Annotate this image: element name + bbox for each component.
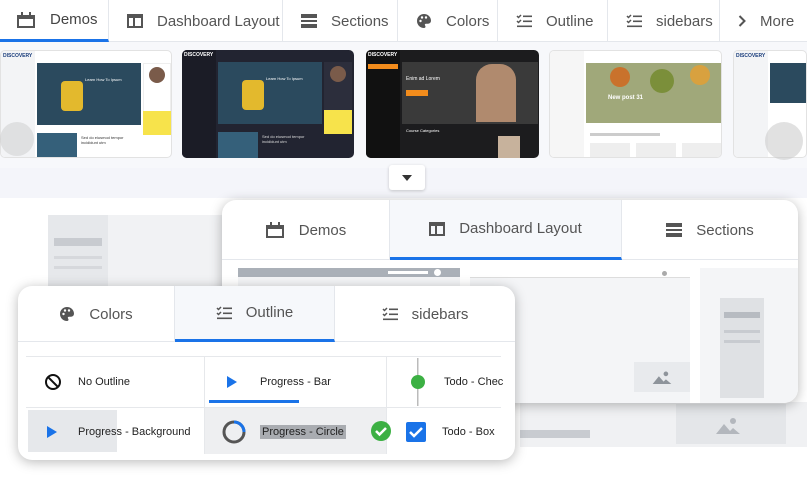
checklist-icon — [216, 305, 232, 319]
option-label: Progress - Circle — [260, 425, 346, 439]
option-progress-circle[interactable]: Progress - Circle — [222, 419, 346, 445]
image-placeholder-icon — [716, 418, 740, 434]
tab-outline[interactable]: Outline — [498, 0, 608, 42]
layout-icon — [127, 14, 143, 28]
tab-demos-label: Demos — [50, 11, 98, 28]
checklist-icon — [516, 14, 532, 28]
tab-sidebars-label: sidebars — [656, 12, 713, 30]
thumb-brand: DISCOVERY — [3, 53, 33, 59]
tab-colors-label: Colors — [446, 12, 490, 30]
option-label: Progress - Bar — [260, 376, 331, 388]
demo-thumbnail[interactable]: New post 31 — [549, 50, 722, 158]
tab-dashboard-layout-label: Dashboard Layout — [157, 12, 280, 30]
layout-icon — [429, 221, 446, 236]
sections-icon — [666, 223, 683, 237]
palette-icon — [60, 307, 75, 321]
carousel-next-button[interactable] — [765, 122, 803, 160]
option-no-outline[interactable]: No Outline — [44, 370, 130, 394]
card-tab-outline-label: Outline — [245, 304, 294, 321]
tab-more[interactable]: More — [720, 0, 807, 42]
option-label: Todo - Chec — [444, 376, 504, 388]
thumb-brand: DISCOVERY — [736, 53, 766, 59]
thumb-brand: DISCOVERY — [368, 52, 398, 58]
checklist-icon — [382, 307, 398, 321]
palette-icon — [417, 14, 431, 28]
layout-preview[interactable] — [700, 268, 798, 403]
thumb-brand: DISCOVERY — [184, 52, 214, 58]
card-tab-sidebars[interactable]: sidebars — [335, 286, 515, 342]
calendar-icon — [265, 222, 284, 238]
checklist-icon — [626, 14, 642, 28]
play-icon — [47, 426, 57, 438]
option-todo-box[interactable]: Todo - Box — [406, 420, 495, 444]
image-placeholder-icon — [652, 371, 672, 384]
top-tab-bar: Demos Dashboard Layout Sections Colors O… — [0, 0, 807, 42]
card-tab-sections[interactable]: Sections — [622, 200, 798, 260]
tab-sections-label: Sections — [331, 12, 389, 30]
tab-colors[interactable]: Colors — [398, 0, 498, 42]
calendar-icon — [17, 11, 35, 28]
progress-bar-indicator — [209, 400, 299, 403]
option-label: Todo - Box — [442, 426, 495, 438]
option-label: Progress - Background — [78, 426, 191, 438]
thumb-section-heading: Sed do eiusmod tempor incididunt utm — [81, 135, 124, 145]
card-tab-sidebars-label: sidebars — [411, 305, 469, 323]
card-tab-colors[interactable]: Colors — [18, 286, 175, 342]
thumb-section-heading: Sed do eiusmod tempor incididunt utm — [262, 134, 305, 144]
demo-thumbnail[interactable]: DISCOVERY Enim ad Lorem Course Categorie… — [366, 50, 539, 158]
card-tab-bar: Colors Outline sidebars — [18, 286, 515, 342]
thumb-hero-headline-2: Enim ad Lorem — [406, 76, 440, 82]
thumb-new-post: New post 31 — [608, 95, 644, 101]
app-root: Demos Dashboard Layout Sections Colors O… — [0, 0, 807, 479]
option-todo-check[interactable]: Todo - Chec — [408, 358, 503, 406]
card-tab-bar: Demos Dashboard Layout Sections — [222, 200, 798, 260]
demo-thumbnail-strip: DISCOVERY Learn How To Ipsum Sed do eius… — [0, 42, 807, 168]
option-label: No Outline — [78, 376, 130, 388]
card-tab-sections-label: Sections — [696, 221, 754, 239]
progress-circle-icon — [222, 420, 246, 444]
card-tab-demos[interactable]: Demos — [222, 200, 390, 260]
chevron-right-icon — [738, 15, 746, 27]
sections-icon — [301, 14, 317, 28]
outline-card: Colors Outline sidebars No Outline Progr… — [18, 286, 515, 460]
green-dot-icon — [411, 358, 425, 406]
caret-down-icon — [402, 174, 412, 181]
tab-sections[interactable]: Sections — [283, 0, 398, 42]
option-progress-bar[interactable]: Progress - Bar — [226, 370, 331, 394]
card-tab-colors-label: Colors — [89, 305, 133, 323]
card-tab-outline[interactable]: Outline — [175, 286, 335, 342]
thumb-hero-headline: Learn How To Ipsum — [266, 76, 303, 81]
demo-thumbnail[interactable]: DISCOVERY Learn How To Ipsum Sed do eius… — [182, 50, 354, 158]
carousel-prev-button[interactable] — [0, 122, 34, 156]
check-circle-icon — [371, 421, 391, 441]
collapse-toggle-button[interactable] — [389, 165, 425, 190]
play-icon — [227, 376, 237, 388]
no-entry-icon — [45, 374, 61, 390]
card-tab-dashboard-layout-label: Dashboard Layout — [459, 220, 582, 237]
option-progress-background[interactable]: Progress - Background — [46, 420, 191, 444]
checkbox-checked-icon — [406, 422, 426, 442]
card-tab-dashboard-layout[interactable]: Dashboard Layout — [390, 200, 622, 260]
tab-outline-label: Outline — [546, 12, 594, 30]
thumb-course-categories: Course Categories — [406, 128, 440, 133]
grid-line — [26, 356, 501, 357]
card-tab-demos-label: Demos — [298, 221, 347, 239]
thumb-hero-headline: Learn How To Ipsum — [85, 77, 122, 82]
tab-dashboard-layout[interactable]: Dashboard Layout — [109, 0, 283, 42]
tab-sidebars[interactable]: sidebars — [608, 0, 720, 42]
tab-more-label: More — [760, 12, 795, 30]
tab-demos[interactable]: Demos — [0, 0, 109, 42]
